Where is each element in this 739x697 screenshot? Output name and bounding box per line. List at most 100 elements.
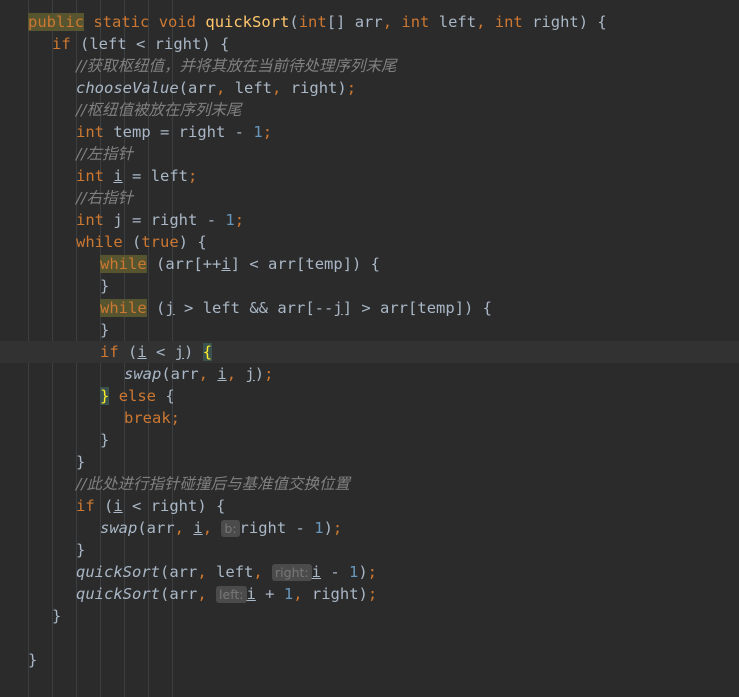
code-token: ; — [188, 167, 198, 185]
code-editor[interactable]: public static void quickSort(int[] arr, … — [0, 0, 739, 697]
code-line[interactable]: if (left < right) { — [0, 33, 739, 55]
matching-brace-token: } — [100, 387, 110, 405]
code-token: right — [290, 79, 338, 97]
code-token: + — [255, 585, 284, 603]
code-line[interactable]: } else { — [0, 385, 739, 407]
code-token: ] > — [342, 299, 381, 317]
code-token: = — [150, 123, 179, 141]
variable-token: j — [245, 365, 255, 383]
variable-token: j — [333, 299, 343, 317]
code-token: , — [216, 79, 226, 97]
code-line[interactable]: public static void quickSort(int[] arr, … — [0, 11, 739, 33]
code-line[interactable]: break; — [0, 407, 739, 429]
code-line[interactable]: if (i < right) { — [0, 495, 739, 517]
code-line[interactable]: //获取枢纽值，并将其放在当前待处理序列末尾 — [0, 55, 739, 77]
code-token: ( — [160, 563, 170, 581]
code-line[interactable]: //左指针 — [0, 143, 739, 165]
code-token: right — [239, 519, 287, 537]
code-line[interactable]: } — [0, 539, 739, 561]
code-line[interactable]: //右指针 — [0, 187, 739, 209]
code-token: ] < — [230, 255, 269, 273]
code-token: ; — [367, 585, 378, 603]
code-line[interactable]: quickSort(arr, left, right: i - 1); — [0, 561, 739, 583]
code-token: ( — [122, 233, 142, 251]
code-token: ) — [358, 563, 368, 581]
code-line-content: } — [100, 321, 109, 339]
code-lines[interactable]: public static void quickSort(int[] arr, … — [0, 11, 739, 671]
code-line[interactable]: while (j > left && arr[--j] > arr[temp])… — [0, 297, 739, 319]
code-line[interactable]: while (true) { — [0, 231, 739, 253]
code-line[interactable]: while (arr[++i] < arr[temp]) { — [0, 253, 739, 275]
keyword-token: static — [93, 13, 150, 31]
code-token: ; — [367, 563, 378, 581]
code-token: ) — [254, 365, 265, 383]
code-token: ( — [289, 13, 299, 31]
code-token: } — [76, 453, 86, 471]
code-line[interactable]: chooseValue(arr, left, right); — [0, 77, 739, 99]
code-token: - — [197, 211, 226, 229]
code-token: ; — [264, 365, 274, 383]
code-line[interactable]: int i = left; — [0, 165, 739, 187]
comment-token: //枢纽值被放在序列末尾 — [76, 101, 242, 119]
code-line[interactable]: int j = right - 1; — [0, 209, 739, 231]
code-line-content: if (i < j) { — [100, 343, 213, 361]
code-line[interactable] — [0, 627, 739, 649]
method-call-token: quickSort — [76, 585, 160, 603]
code-token: ; — [262, 123, 273, 141]
code-token: ) { — [578, 13, 607, 31]
code-token: arr — [165, 255, 194, 273]
code-token: = — [122, 211, 151, 229]
code-line[interactable]: swap(arr, i, j); — [0, 363, 739, 385]
code-token: left — [234, 79, 273, 97]
keyword-token: int — [76, 167, 104, 185]
code-line-content: int j = right - 1; — [76, 211, 244, 229]
code-line[interactable]: } — [0, 649, 739, 671]
code-line-content: swap(arr, i, j); — [124, 365, 273, 383]
code-line[interactable]: int temp = right - 1; — [0, 121, 739, 143]
code-token: ( — [161, 365, 171, 383]
code-token: ) — [337, 79, 347, 97]
code-line-content: quickSort(arr, left: i + 1, right); — [76, 585, 377, 603]
code-line[interactable]: } — [0, 429, 739, 451]
code-line-content: //右指针 — [76, 189, 133, 207]
code-token: left — [216, 563, 254, 581]
code-token: - — [320, 563, 349, 581]
code-token: } — [100, 277, 110, 295]
comment-token: //此处进行指针碰撞后与基准值交换位置 — [76, 475, 350, 493]
keyword-token: int — [401, 13, 430, 31]
code-line[interactable]: swap(arr, i, b: right - 1); — [0, 517, 739, 539]
code-line[interactable]: quickSort(arr, left: i + 1, right); — [0, 583, 739, 605]
keyword-token: while — [76, 233, 123, 251]
code-token: right — [150, 211, 198, 229]
code-token: , — [476, 13, 486, 31]
code-token: temp — [417, 299, 455, 317]
code-line-content: int temp = right - 1; — [76, 123, 272, 141]
code-token: - — [286, 519, 315, 537]
keyword-token: true — [141, 233, 179, 251]
code-token: { — [156, 387, 175, 405]
code-token: [ — [408, 299, 418, 317]
code-line[interactable]: } — [0, 319, 739, 341]
code-token: ( — [70, 35, 90, 53]
variable-token: j — [174, 343, 185, 361]
code-line[interactable]: //枢纽值被放在序列末尾 — [0, 99, 739, 121]
comment-token: //获取枢纽值，并将其放在当前待处理序列末尾 — [76, 57, 397, 75]
keyword-token: int — [76, 211, 104, 229]
code-line[interactable]: } — [0, 451, 739, 473]
code-token: } — [100, 431, 110, 449]
variable-token: i — [311, 563, 321, 581]
method-call-token: swap — [100, 519, 138, 537]
code-line[interactable]: if (i < j) { — [0, 341, 739, 363]
code-token: ( — [178, 79, 188, 97]
code-token: > — [174, 299, 203, 317]
keyword-token: if — [76, 497, 95, 515]
code-line[interactable]: } — [0, 605, 739, 627]
code-line[interactable]: } — [0, 275, 739, 297]
code-line[interactable]: //此处进行指针碰撞后与基准值交换位置 — [0, 473, 739, 495]
